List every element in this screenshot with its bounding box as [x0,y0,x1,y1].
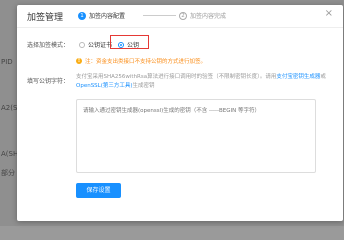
dialog-title: 加签管理 [27,13,64,23]
highlight-box [110,35,149,49]
step-1-number: 1 [78,11,86,20]
background-label: 部分 [1,169,15,177]
radio-public-key-certificate[interactable]: 公钥证书 [79,40,112,49]
save-settings-button[interactable]: 保存设置 [76,183,121,198]
public-key-label: 填写公钥字符： [27,78,70,85]
public-key-input[interactable] [76,99,316,173]
step-2-number: 2 [179,11,187,20]
dialog-header: 加签管理 1 加签内容配置 2 加签内容完成 × [17,5,343,28]
radio-label: 公钥证书 [88,42,113,49]
mode-label: 选择加签模式： [27,42,70,49]
signing-settings-dialog: 加签管理 1 加签内容配置 2 加签内容完成 × 选择加签模式： 公钥证书 公钥… [17,5,343,221]
hint-text: 生成密钥 [132,83,155,89]
openssl-link[interactable]: OpenSSL(第三方工具) [76,83,133,89]
step-connector [143,15,176,16]
key-hint: 支付宝采用SHA256withRsa算法进行接口调用时的验签（不限制密钥长度）。… [76,73,336,91]
hint-text: 支付宝采用SHA256withRsa算法进行接口调用时的验签（不限制密钥长度）。… [76,74,277,80]
step-2-label: 加签内容完成 [190,13,227,20]
hint-text: 或 [320,74,326,80]
background-label: PID [1,58,13,66]
step-1-label: 加签内容配置 [89,13,126,20]
warning-notice: ! 注：资金支出类接口不支持公钥的方式进行加签。 [76,57,206,65]
step-2: 2 加签内容完成 [179,11,226,20]
radio-circle-icon[interactable] [79,41,85,48]
step-1: 1 加签内容配置 [78,11,125,20]
warning-icon: ! [76,58,82,64]
background-label: A(SH [1,150,19,158]
warning-text: 注：资金支出类接口不支持公钥的方式进行加签。 [85,59,207,65]
close-icon[interactable]: × [325,9,333,19]
key-generator-link[interactable]: 支付宝密钥生成器 [276,74,320,80]
